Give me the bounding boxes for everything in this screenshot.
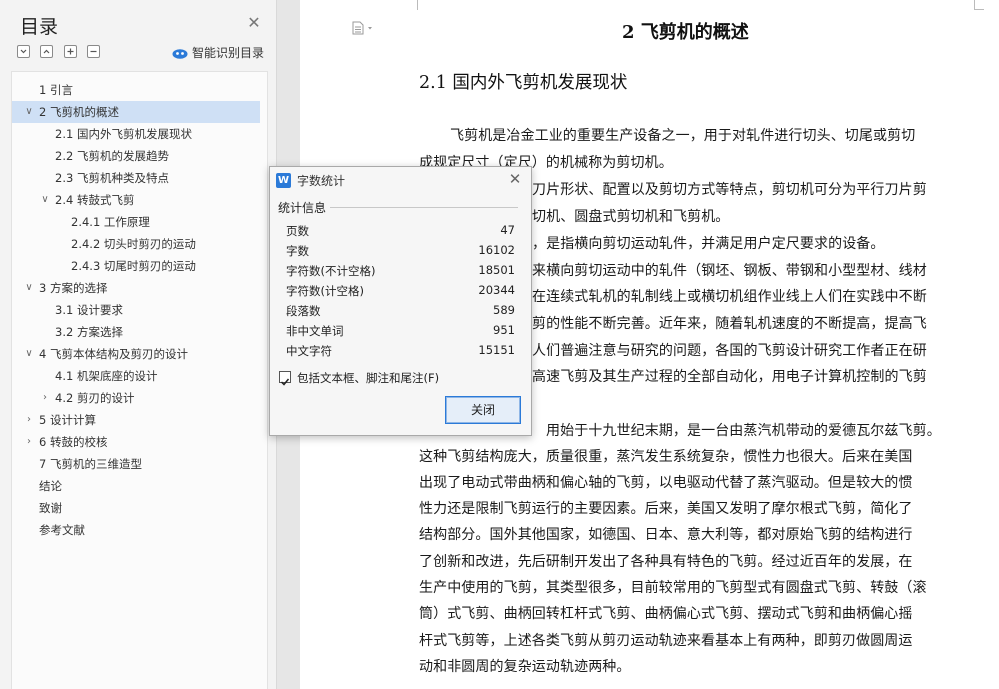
paragraph-line: 来横向剪切运动中的轧件（钢坯、钢板、带钢和小型型材、线材: [532, 263, 927, 279]
paragraph-line: 在连续式轧机的轧制线上或横切机组作业线上人们在实践中不断: [532, 289, 927, 305]
stat-label-non-chinese-words: 非中文单词: [286, 324, 344, 338]
toc-item-thanks[interactable]: 致谢: [12, 497, 267, 519]
chapter-title: 2 飞剪机的概述: [622, 22, 749, 43]
toc-list: 1 引言 ∨ 2 飞剪机的概述 2.1 国内外飞剪机发展现状 2.2 飞剪机的发展…: [11, 71, 268, 689]
toc-item-references[interactable]: 参考文献: [12, 519, 267, 541]
paragraph-line: 这种飞剪结构庞大，质量很重，蒸汽发生系统复杂，惯性力也很大。后来在美国: [419, 449, 913, 465]
paragraph-line: 刀片形状、配置以及剪切方式等特点，剪切机可分为平行刀片剪: [532, 182, 927, 198]
toc-item-4[interactable]: ∨ 4 飞剪本体结构及剪刃的设计: [12, 343, 267, 365]
toc-item-4-2[interactable]: › 4.2 剪刃的设计: [12, 387, 267, 409]
paragraph-line: 结构部分。国外其他国家，如德国、日本、意大利等，都对原始飞剪的结构进行: [419, 527, 913, 543]
toc-item-7[interactable]: 7 飞剪机的三维造型: [12, 453, 267, 475]
toc-item-2-1[interactable]: 2.1 国内外飞剪机发展现状: [12, 123, 267, 145]
stat-label-paragraphs: 段落数: [286, 304, 321, 318]
smart-toc-label: 智能识别目录: [192, 46, 265, 60]
paragraph-line: 性力还是限制飞剪运行的主要因素。后来，美国又发明了摩尔根式飞剪，简化了: [419, 501, 913, 517]
wps-writer-icon: W: [276, 173, 291, 188]
stat-value-non-chinese-words: 951: [493, 323, 515, 337]
toc-item-5[interactable]: › 5 设计计算: [12, 409, 267, 431]
paragraph-line: 飞剪机是冶金工业的重要生产设备之一，用于对轧件进行切头、切尾或剪切: [450, 128, 916, 144]
paragraph-line: ，是指横向剪切运动轧件，并满足用户定尺要求的设备。: [532, 236, 885, 252]
stat-value-chinese-chars: 15151: [478, 343, 515, 357]
word-count-dialog: W 字数统计 ✕ 统计信息 页数 47 字数 16102 字符数(不计空格) 1…: [269, 166, 532, 436]
chevron-down-icon[interactable]: ∨: [39, 189, 51, 211]
toc-item-2-2[interactable]: 2.2 飞剪机的发展趋势: [12, 145, 267, 167]
expand-all-icon[interactable]: [40, 45, 53, 58]
toc-item-6[interactable]: › 6 转鼓的校核: [12, 431, 267, 453]
paragraph-line: 切机、圆盘式剪切机和飞剪机。: [532, 209, 730, 225]
toc-item-2[interactable]: ∨ 2 飞剪机的概述: [12, 101, 260, 123]
toc-pane: 目录 ✕ 智能识别目录 1 引言 ∨ 2 飞剪机的概述 2.1 国内外飞剪机发展现…: [0, 0, 277, 689]
paragraph-line: 用始于十九世纪末期，是一台由蒸汽机带动的爱德瓦尔兹飞剪。: [546, 423, 941, 439]
page-corner-mark: [974, 9, 984, 10]
toc-item-3[interactable]: ∨ 3 方案的选择: [12, 277, 267, 299]
stat-label-chars-with-spaces: 字符数(计空格): [286, 284, 364, 298]
page-corner-mark: [417, 0, 418, 10]
include-textbox-checkbox[interactable]: [279, 371, 291, 386]
toc-item-conclusion[interactable]: 结论: [12, 475, 267, 497]
paragraph-line: 筒）式飞剪、曲柄回转杠杆式飞剪、曲柄偏心式飞剪、摆动式飞剪和曲柄偏心摇: [419, 606, 913, 622]
paragraph-line: 出现了电动式带曲柄和偏心轴的飞剪，以电驱动代替了蒸汽驱动。但是较大的惯: [419, 475, 913, 491]
section-title: 2.1 国内外飞剪机发展现状: [419, 73, 628, 93]
stat-label-chars-no-spaces: 字符数(不计空格): [286, 264, 376, 278]
stat-value-chars-with-spaces: 20344: [478, 283, 515, 297]
toc-item-1[interactable]: 1 引言: [12, 79, 267, 101]
add-heading-icon[interactable]: [64, 45, 77, 58]
chevron-right-icon[interactable]: ›: [23, 431, 35, 453]
stat-label-pages: 页数: [286, 224, 309, 238]
stat-label-chinese-chars: 中文字符: [286, 344, 332, 358]
stats-group-label: 统计信息: [278, 201, 327, 215]
toc-item-2-3[interactable]: 2.3 飞剪机种类及特点: [12, 167, 267, 189]
chevron-down-icon[interactable]: ∨: [23, 343, 35, 365]
group-divider: [330, 207, 518, 208]
stat-value-pages: 47: [500, 223, 515, 237]
toc-item-4-1[interactable]: 4.1 机架底座的设计: [12, 365, 267, 387]
toc-item-3-1[interactable]: 3.1 设计要求: [12, 299, 267, 321]
check-icon: [280, 378, 290, 386]
toc-item-2-4-1[interactable]: 2.4.1 工作原理: [12, 211, 267, 233]
stat-value-paragraphs: 589: [493, 303, 515, 317]
paragraph-line: 剪的性能不断完善。近年来，随着轧机速度的不断提高，提高飞: [532, 316, 927, 332]
dialog-title: 字数统计: [297, 174, 346, 188]
stat-value-chars-no-spaces: 18501: [478, 263, 515, 277]
toc-item-2-4-2[interactable]: 2.4.2 切头时剪刃的运动: [12, 233, 267, 255]
smart-toc-button[interactable]: 智能识别目录: [172, 44, 264, 61]
toc-item-2-4-3[interactable]: 2.4.3 切尾时剪刃的运动: [12, 255, 267, 277]
toc-close-icon[interactable]: ✕: [246, 15, 262, 31]
collapse-all-icon[interactable]: [17, 45, 30, 58]
chevron-down-icon[interactable]: ∨: [23, 277, 35, 299]
toc-title: 目录: [20, 16, 59, 38]
paragraph-line: 生产中使用的飞剪，其类型很多，目前较常用的飞剪型式有圆盘式飞剪、转鼓（滚: [419, 580, 927, 596]
toc-item-3-2[interactable]: 3.2 方案选择: [12, 321, 267, 343]
dialog-close-icon[interactable]: ✕: [507, 170, 523, 188]
chevron-right-icon[interactable]: ›: [23, 409, 35, 431]
toc-item-2-4[interactable]: ∨ 2.4 转鼓式飞剪: [12, 189, 267, 211]
paragraph-line: 了创新和改进，先后研制开发出了各种具有特色的飞剪。经过近百年的发展，在: [419, 554, 913, 570]
paragraph-line: 杆式飞剪等，上述各类飞剪从剪刃运动轨迹来看基本上有两种，即剪刃做圆周运: [419, 633, 913, 649]
close-button[interactable]: 关闭: [445, 396, 521, 424]
document-icon[interactable]: [352, 21, 374, 35]
paragraph-line: 人们普遍注意与研究的问题，各国的飞剪设计研究工作者正在研: [532, 343, 927, 359]
include-textbox-label[interactable]: 包括文本框、脚注和尾注(F): [297, 370, 439, 386]
stat-label-words: 字数: [286, 244, 309, 258]
paragraph-line: 动和非圆周的复杂运动轨迹两种。: [419, 659, 631, 675]
cloud-icon: [172, 48, 188, 59]
chevron-right-icon[interactable]: ›: [39, 387, 51, 409]
chevron-down-icon[interactable]: ∨: [23, 101, 35, 123]
stat-value-words: 16102: [478, 243, 515, 257]
remove-heading-icon[interactable]: [87, 45, 100, 58]
paragraph-line: 高速飞剪及其生产过程的全部自动化，用电子计算机控制的飞剪: [532, 369, 927, 385]
